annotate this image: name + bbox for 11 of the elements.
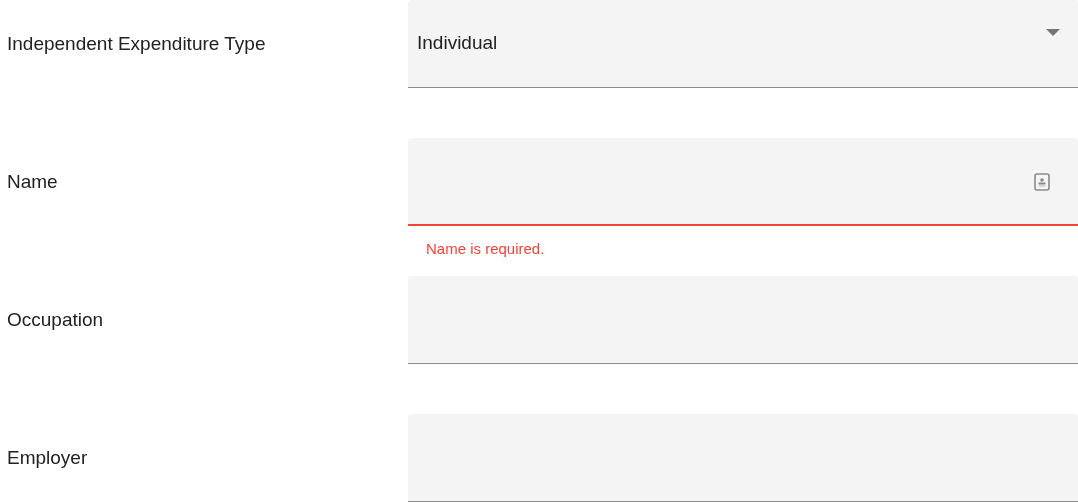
field-label: Employer: [7, 445, 88, 470]
field-label: Name: [7, 169, 58, 194]
field-label: Independent Expenditure Type: [7, 31, 266, 56]
dropdown-field[interactable]: Individual: [408, 0, 1078, 88]
dropdown-caret-icon[interactable]: [1046, 29, 1060, 36]
field-label: Occupation: [7, 307, 104, 332]
input-field[interactable]: [408, 276, 1078, 364]
input-field[interactable]: [408, 414, 1078, 502]
input-field[interactable]: [408, 138, 1078, 226]
contact-card-icon[interactable]: [1034, 173, 1050, 191]
error-message: Name is required.: [426, 240, 545, 257]
